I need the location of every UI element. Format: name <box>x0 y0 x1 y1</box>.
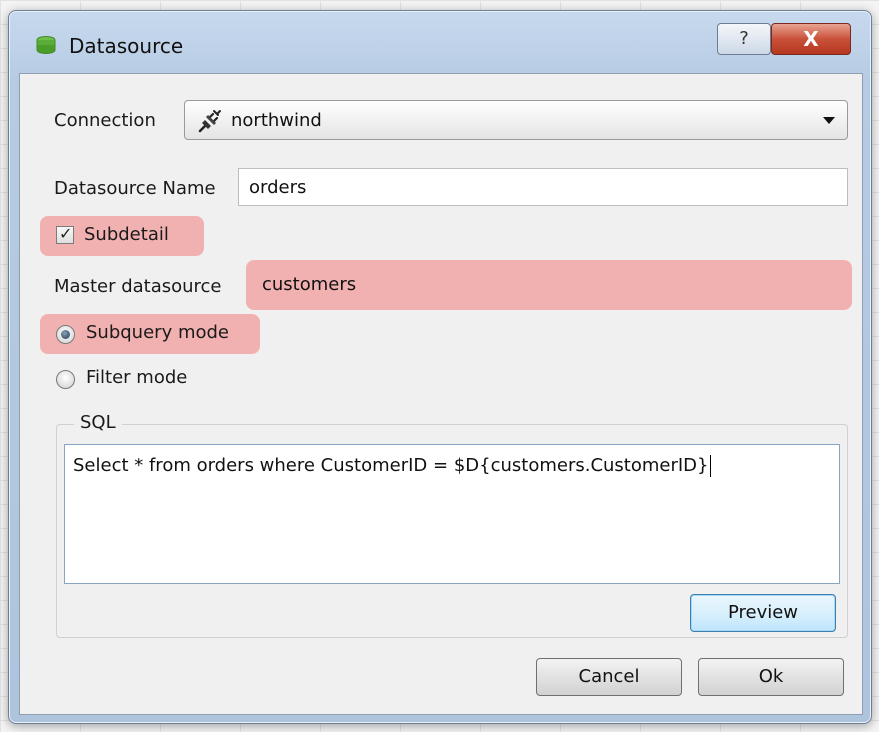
chevron-down-icon <box>823 117 835 124</box>
dialog-body: Connection northwind Datasource Name ord… <box>19 73 863 715</box>
sql-query-value: Select * from orders where CustomerID = … <box>73 455 709 476</box>
help-button[interactable]: ? <box>717 23 771 55</box>
text-caret <box>709 455 711 477</box>
dialog-title: Datasource <box>69 34 184 58</box>
datasource-name-label: Datasource Name <box>54 178 216 199</box>
close-icon: X <box>803 27 819 51</box>
sql-query-text: Select * from orders where CustomerID = … <box>73 455 711 477</box>
connection-label: Connection <box>54 110 156 131</box>
radio-dot-icon <box>61 330 70 339</box>
plug-icon <box>197 108 223 134</box>
filter-mode-label: Filter mode <box>86 367 188 388</box>
preview-button[interactable]: Preview <box>690 594 836 632</box>
help-icon: ? <box>739 28 749 49</box>
datasource-name-input[interactable]: orders <box>238 168 848 206</box>
checkbox-box[interactable]: ✓ <box>56 224 74 244</box>
cancel-button[interactable]: Cancel <box>536 658 682 696</box>
connection-dropdown[interactable]: northwind <box>184 100 848 140</box>
radio-button-unselected[interactable] <box>56 370 75 389</box>
radio-button-selected[interactable] <box>56 325 75 344</box>
subdetail-label: Subdetail <box>84 224 169 245</box>
subquery-mode-label: Subquery mode <box>86 322 229 343</box>
connection-value: northwind <box>231 110 322 131</box>
sql-group-title: SQL <box>74 412 122 433</box>
master-datasource-label: Master datasource <box>54 276 222 297</box>
database-icon <box>35 35 57 57</box>
datasource-dialog: Datasource ? X Connection northwind Data… <box>8 10 872 724</box>
checkmark-icon: ✓ <box>59 224 73 243</box>
sql-editor[interactable]: Select * from orders where CustomerID = … <box>64 444 840 584</box>
close-button[interactable]: X <box>771 23 851 55</box>
master-datasource-input[interactable]: customers <box>252 266 846 304</box>
ok-button[interactable]: Ok <box>698 658 844 696</box>
title-bar[interactable]: Datasource ? X <box>9 11 871 73</box>
